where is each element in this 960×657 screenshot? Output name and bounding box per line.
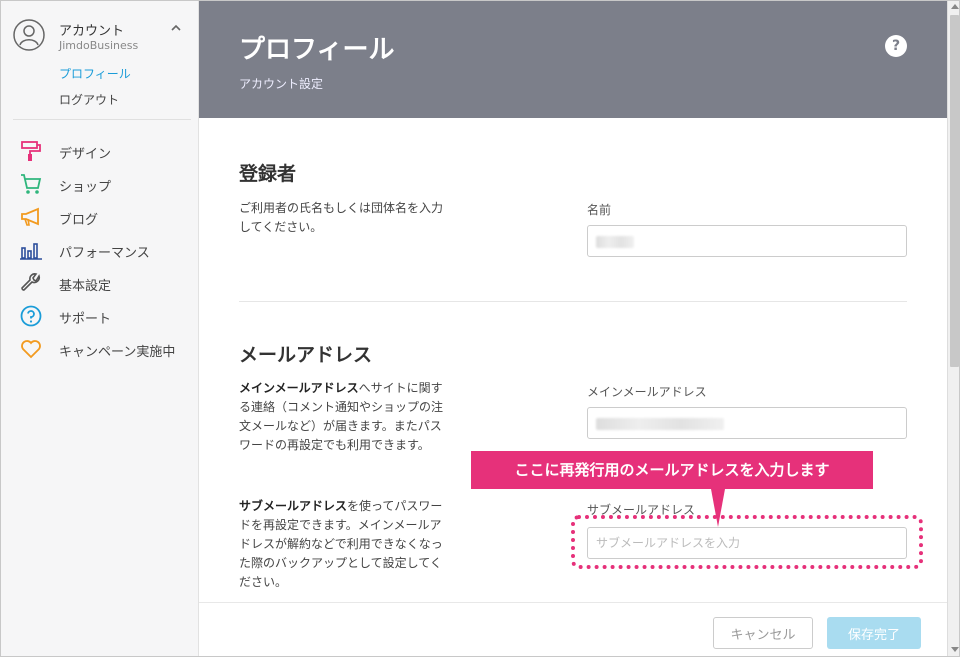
account-name: アカウント [59,24,125,39]
save-button[interactable]: 保存完了 [827,617,921,649]
scrollbar[interactable] [947,1,959,656]
account-menu[interactable]: アカウント JimdoBusiness [13,17,189,57]
sidebar-item-design[interactable]: デザイン [19,139,189,163]
megaphone-icon [21,207,39,226]
wrench-icon [21,273,41,291]
registrant-heading: 登録者 [239,163,297,185]
main-email-description: メインメールアドレスへサイトに関する連絡（コメント通知やショップの注文メールなど… [239,379,444,455]
main-email-label: メインメールアドレス [587,385,707,399]
sidebar-item-support[interactable]: サポート [19,304,189,328]
sidebar-item-label: 基本設定 [59,279,112,294]
name-label: 名前 [587,203,612,217]
footer-bar: キャンセル 保存完了 [199,602,947,656]
email-heading: メールアドレス [239,344,373,366]
main-email-desc-bold: メインメールアドレス [239,381,359,395]
sidebar-item-performance[interactable]: パフォーマンス [19,238,189,262]
cart-icon [21,174,42,194]
section-divider [239,301,907,302]
paint-roller-icon [21,141,41,161]
name-input[interactable] [587,225,907,257]
sidebar-item-label: ショップ [59,180,112,195]
bar-chart-icon [20,243,42,260]
chevron-up-icon[interactable] [169,21,183,35]
account-plan: JimdoBusiness [59,39,139,52]
scrollbar-thumb[interactable] [950,15,959,367]
app-window: アカウント JimdoBusiness プロフィール ログアウト デザイン ショ… [0,0,960,657]
sidebar-item-blog[interactable]: ブログ [19,205,189,229]
logout-link[interactable]: ログアウト [59,91,119,108]
registrant-description: ご利用者の氏名もしくは団体名を入力してください。 [239,201,444,234]
sub-email-description: サブメールアドレスを使ってパスワードを再設定できます。メインメールアドレスが解約… [239,497,444,592]
heart-icon [21,340,41,359]
sidebar: アカウント JimdoBusiness プロフィール ログアウト デザイン ショ… [1,1,199,656]
help-icon[interactable]: ? [885,35,907,57]
page-header: プロフィール アカウント設定 ? [199,1,947,118]
page-title: プロフィール [239,35,395,65]
sidebar-item-shop[interactable]: ショップ [19,172,189,196]
page-subtitle: アカウント設定 [239,77,324,91]
annotation-highlight [571,515,923,569]
annotation-callout: ここに再発行用のメールアドレスを入力します [471,451,873,489]
sidebar-item-label: デザイン [59,147,112,162]
sidebar-divider [13,119,191,120]
blurred-value [596,418,724,430]
sidebar-item-label: パフォーマンス [59,246,150,261]
sidebar-item-settings[interactable]: 基本設定 [19,271,189,295]
scroll-up-arrow-icon[interactable] [951,4,959,9]
user-avatar-icon [13,19,45,51]
sub-email-desc-bold: サブメールアドレス [239,499,348,513]
blurred-value [596,236,634,248]
question-icon [20,305,42,327]
sidebar-item-label: ブログ [59,213,99,228]
main-email-input[interactable] [587,407,907,439]
profile-link[interactable]: プロフィール [59,65,131,82]
sidebar-item-label: キャンペーン実施中 [59,345,176,360]
sidebar-item-campaign[interactable]: キャンペーン実施中 [19,337,189,361]
cancel-button[interactable]: キャンセル [713,617,813,649]
sidebar-item-label: サポート [59,312,112,327]
scroll-down-arrow-icon[interactable] [951,647,959,652]
